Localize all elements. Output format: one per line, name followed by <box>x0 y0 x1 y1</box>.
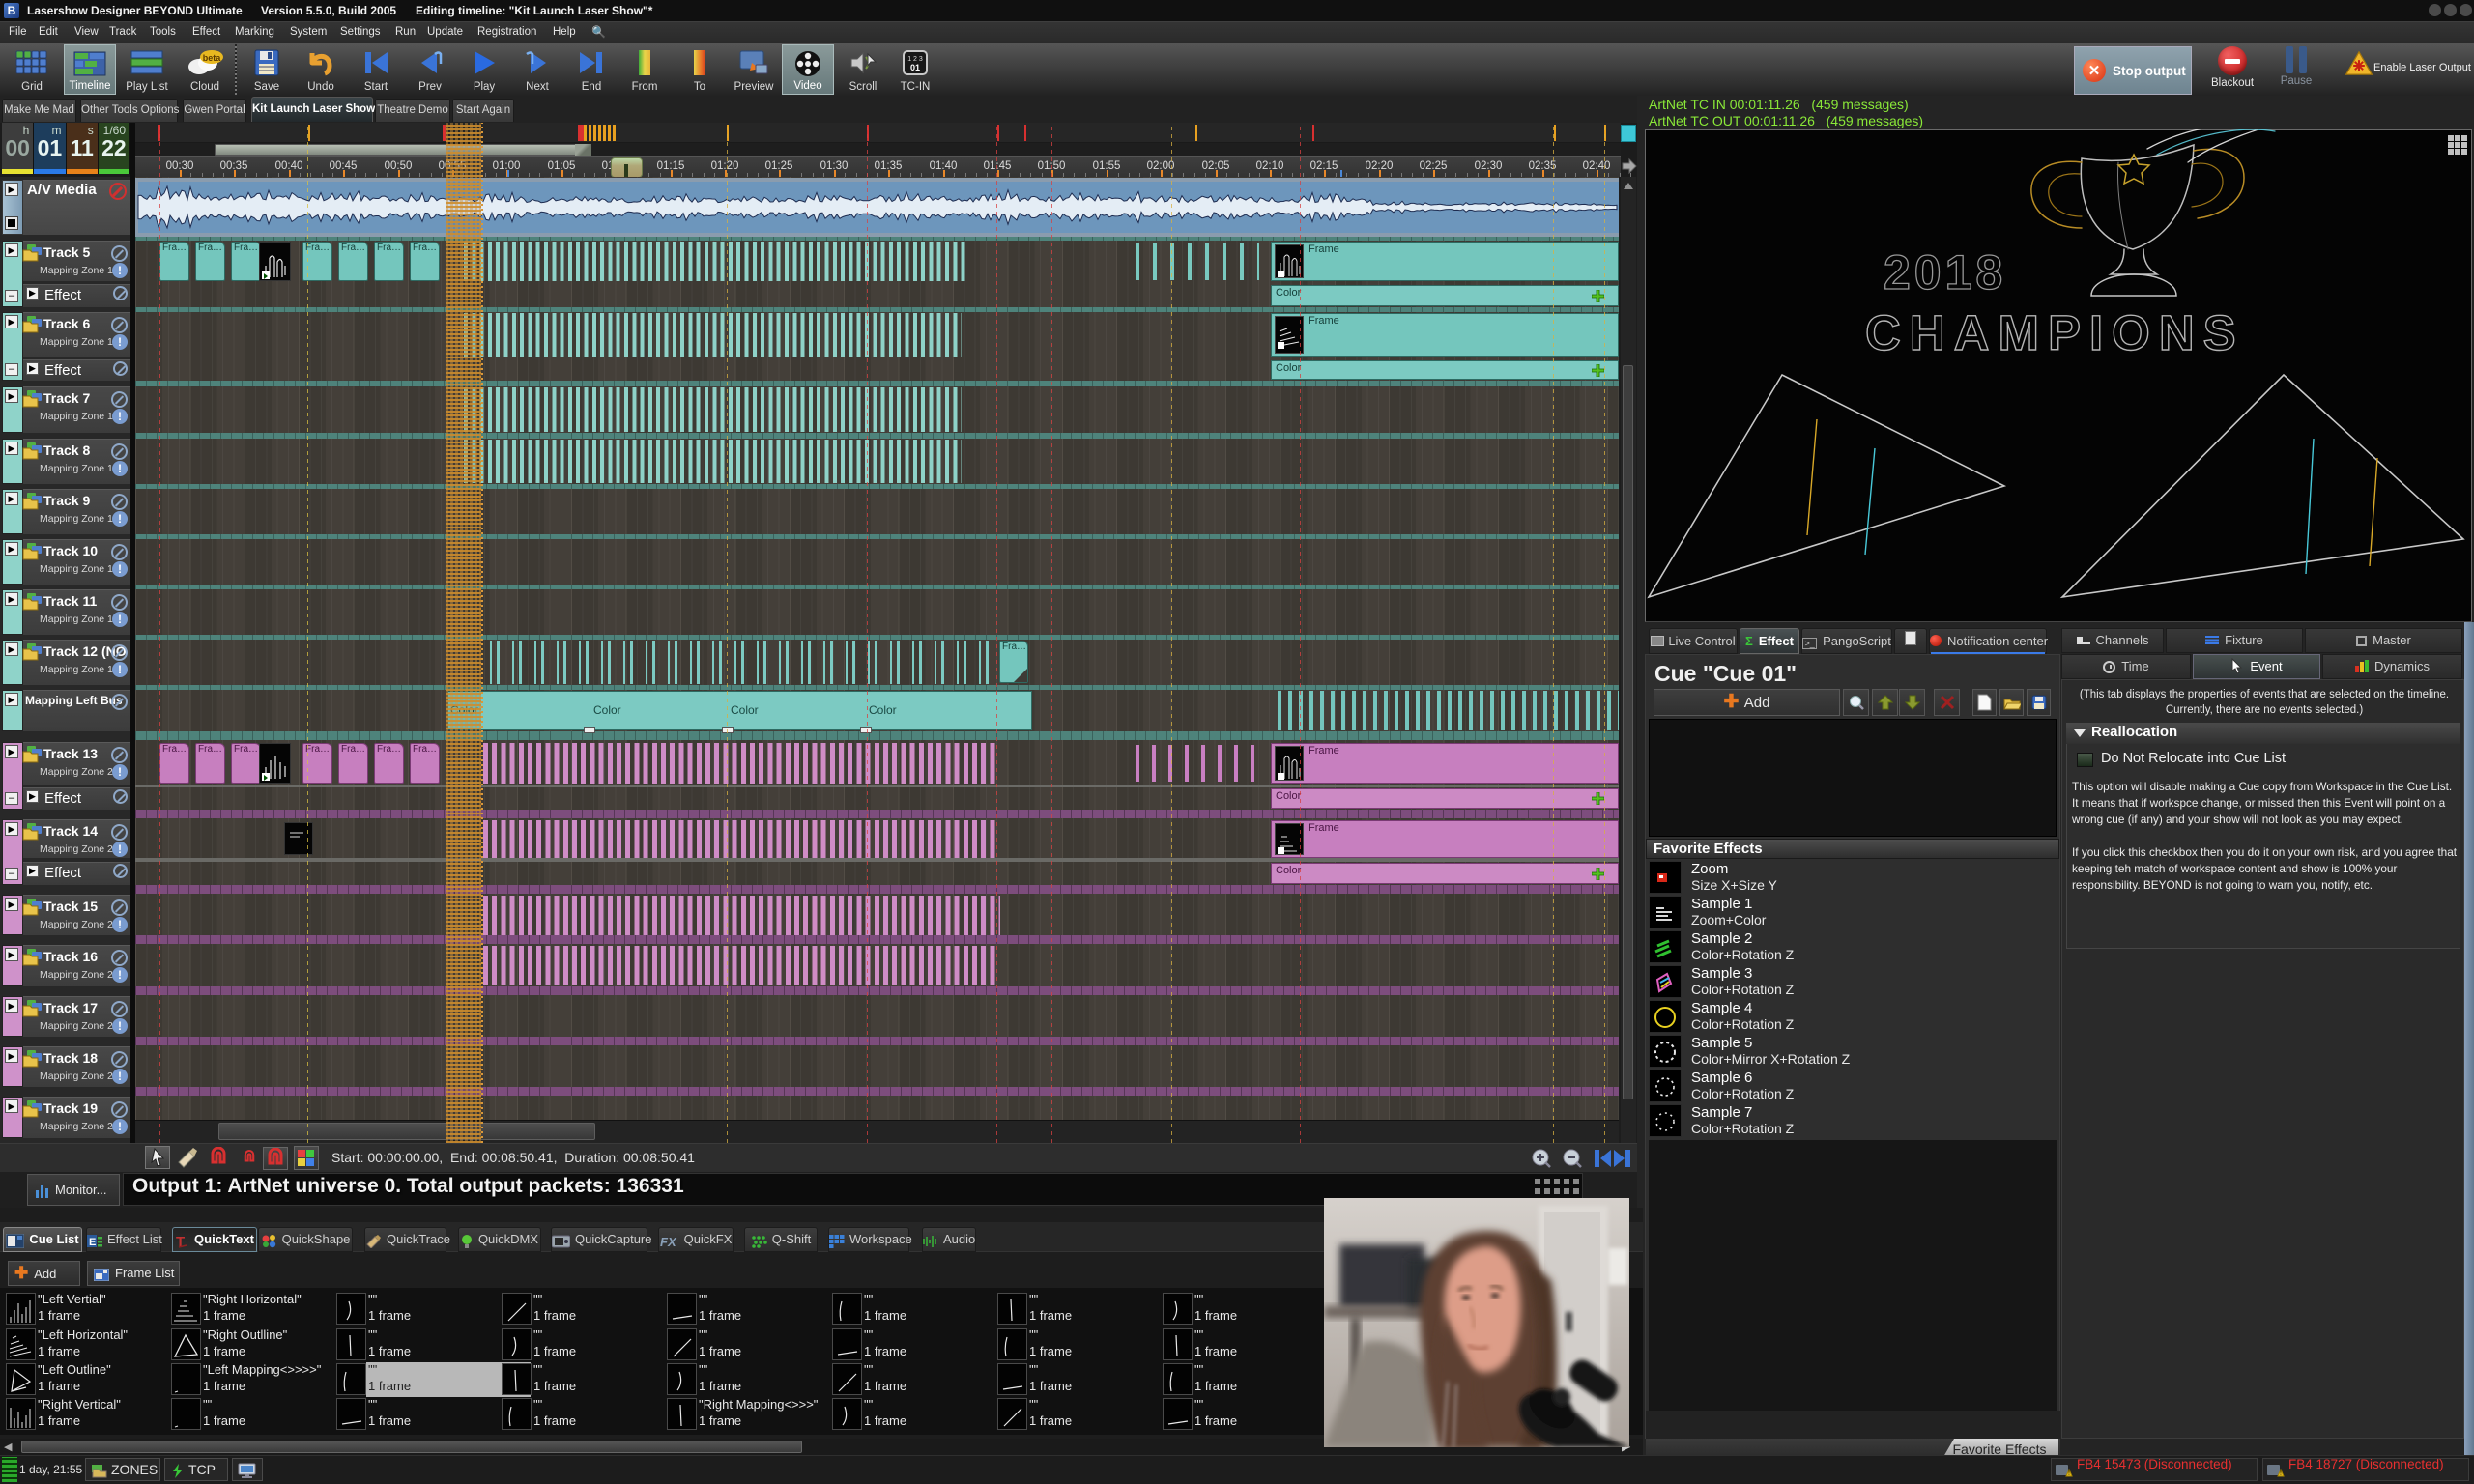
svg-text:2018: 2018 <box>1884 245 2006 300</box>
svg-text:E: E <box>89 1237 96 1248</box>
svg-text:!: ! <box>2068 1470 2070 1477</box>
svg-text:FX: FX <box>660 1235 677 1248</box>
svg-text:!: ! <box>2280 1470 2282 1477</box>
svg-text:CHAMPIONS: CHAMPIONS <box>1865 305 2245 360</box>
